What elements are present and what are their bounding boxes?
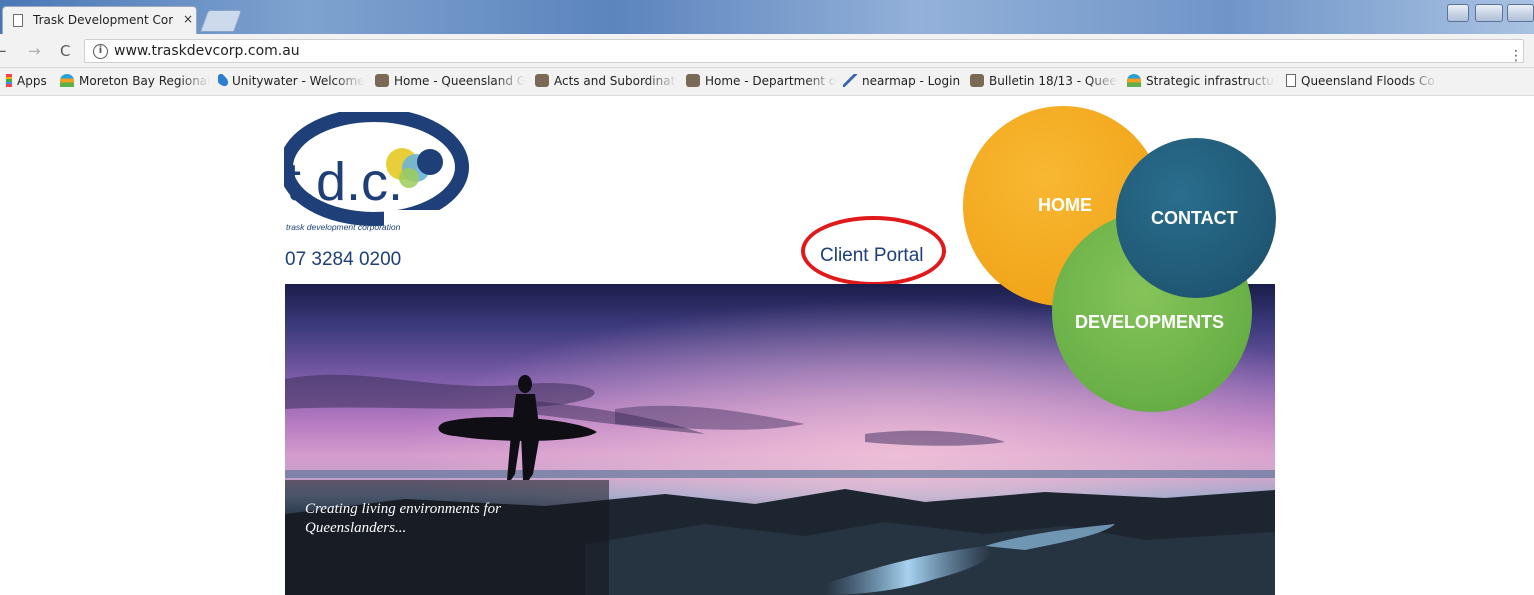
bookmark-moreton-bay[interactable]: Moreton Bay Regional [60, 74, 210, 90]
qld-crest-icon [970, 74, 984, 87]
bookmark-queensland-floods[interactable]: Queensland Floods Co [1286, 74, 1438, 90]
bookmarks-bar: Apps Moreton Bay Regional Unitywater - W… [0, 68, 1534, 96]
logo-letters: t.d.c. [286, 152, 403, 212]
contact-nav-button[interactable]: CONTACT [1116, 138, 1276, 298]
highlight-circle [801, 216, 946, 286]
back-icon[interactable]: ← [0, 42, 7, 60]
tdc-logo[interactable]: t.d.c. trask development corporation [284, 112, 474, 237]
bookmark-strategic[interactable]: Strategic infrastructure [1127, 74, 1275, 90]
user-profile-button[interactable] [1447, 4, 1469, 22]
water-drop-icon [218, 74, 231, 89]
bookmark-unitywater[interactable]: Unitywater - Welcome [218, 74, 364, 90]
info-icon[interactable]: i [93, 44, 108, 59]
moreton-bay-icon [60, 74, 74, 87]
reload-icon[interactable]: C [60, 42, 70, 60]
address-bar[interactable]: i www.traskdevcorp.com.au ⋮ [84, 39, 1524, 64]
phone-number: 07 3284 0200 [285, 249, 402, 270]
apps-grid-icon [6, 74, 12, 87]
bookmark-acts[interactable]: Acts and Subordinate [535, 74, 677, 90]
qld-crest-icon [535, 74, 549, 87]
menu-icon[interactable]: ⋮ [1509, 48, 1523, 64]
minimize-button[interactable] [1475, 4, 1503, 22]
bookmark-bulletin[interactable]: Bulletin 18/13 - Queen [970, 74, 1118, 90]
forward-icon[interactable]: → [28, 42, 41, 60]
hero-caption: Creating living environments for Queensl… [305, 501, 501, 536]
page-icon [1286, 74, 1296, 87]
close-tab-icon[interactable]: × [183, 12, 193, 26]
hero-caption-box: Creating living environments for Queensl… [285, 480, 609, 595]
browser-tab-bar: Trask Development Corp × [0, 0, 1534, 34]
nearmap-icon [843, 74, 857, 87]
browser-tab[interactable]: Trask Development Corp × [2, 6, 197, 34]
bookmark-home-department[interactable]: Home - Department o [686, 74, 836, 90]
tab-title: Trask Development Corp [33, 13, 173, 27]
new-tab-button[interactable] [199, 10, 243, 32]
qld-crest-icon [375, 74, 389, 87]
moreton-bay-icon [1127, 74, 1141, 87]
bookmark-home-queensland[interactable]: Home - Queensland G [375, 74, 525, 90]
url-text[interactable]: www.traskdevcorp.com.au [114, 43, 300, 59]
qld-crest-icon [686, 74, 700, 87]
browser-toolbar: ← → C i www.traskdevcorp.com.au ⋮ [0, 34, 1534, 68]
restore-button[interactable] [1507, 4, 1534, 22]
bookmark-apps[interactable]: Apps [6, 74, 56, 90]
page-icon [13, 14, 23, 27]
bookmark-nearmap[interactable]: nearmap - Login [843, 74, 968, 90]
logo-tagline: trask development corporation [286, 222, 401, 232]
